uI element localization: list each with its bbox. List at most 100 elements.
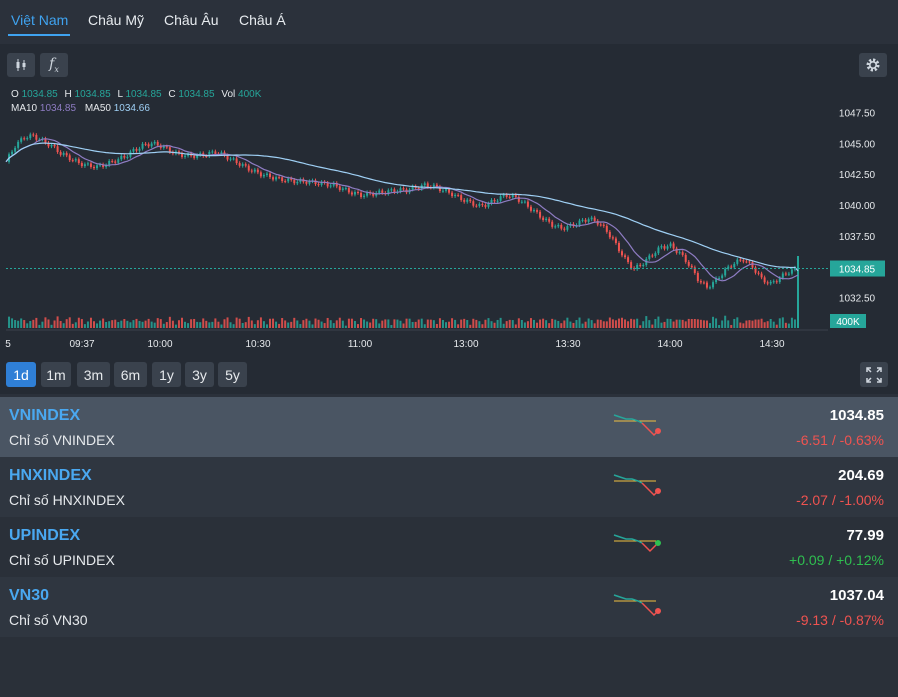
- volume-bar: [372, 318, 375, 328]
- candle-body: [712, 282, 715, 288]
- range-1y[interactable]: 1y: [152, 362, 181, 387]
- volume-bar: [578, 317, 581, 328]
- expand-button[interactable]: [860, 362, 888, 387]
- range-6m[interactable]: 6m: [114, 362, 147, 387]
- volume-bar: [517, 318, 520, 328]
- tab-chau-au[interactable]: Châu Âu: [164, 12, 218, 28]
- sparkline-end-dot: [655, 540, 661, 546]
- candle-body: [448, 189, 451, 193]
- index-row-hnxindex[interactable]: HNXINDEX Chỉ số HNXINDEX 204.69 -2.07 / …: [0, 457, 898, 517]
- volume-bar: [111, 320, 114, 328]
- candle-body: [59, 152, 62, 155]
- chart-panel: fx O 1034.85 H 1034.85 L 1034.85 C 1034.…: [0, 44, 898, 394]
- price-chart[interactable]: 1047.50 1045.00 1042.50 1040.00 1037.50 1032.…: [0, 88, 898, 393]
- index-row-partial[interactable]: [0, 637, 898, 697]
- volume-bar: [417, 319, 420, 328]
- volume-bar: [17, 320, 20, 328]
- volume-bar: [235, 317, 238, 328]
- sparkline-down-segment: [641, 602, 659, 617]
- index-row-vnindex[interactable]: VNINDEX Chỉ số VNINDEX 1034.85 -6.51 / -…: [0, 397, 898, 457]
- candle-body: [660, 246, 663, 248]
- sparkline: [613, 534, 661, 553]
- candle-body: [617, 242, 620, 252]
- candle-body: [599, 224, 602, 226]
- candle-body: [790, 269, 793, 274]
- candle-body: [162, 146, 165, 148]
- tab-chau-a[interactable]: Châu Á: [239, 12, 286, 28]
- candle-body: [284, 181, 287, 183]
- candle-body: [23, 138, 26, 140]
- index-row-upindex[interactable]: UPINDEX Chỉ số UPINDEX 77.99 +0.09 / +0.…: [0, 517, 898, 577]
- range-5y[interactable]: 5y: [218, 362, 247, 387]
- candle-body: [20, 138, 23, 142]
- candle-body: [478, 204, 481, 206]
- volume-bar: [793, 319, 796, 328]
- volume-bar: [20, 318, 23, 328]
- candle-body: [757, 272, 760, 274]
- volume-bar: [214, 318, 217, 328]
- index-row-vn30[interactable]: VN30 Chỉ số VN30 1037.04 -9.13 / -0.87%: [0, 577, 898, 637]
- tab-chau-my[interactable]: Châu Mỹ: [88, 12, 144, 28]
- volume-bar: [445, 322, 447, 328]
- volume-bar: [269, 318, 271, 328]
- volume-bar: [654, 319, 657, 328]
- index-price: 204.69: [838, 467, 884, 484]
- volume-bar: [627, 321, 630, 328]
- volume-bar: [232, 324, 235, 328]
- tab-vietnam[interactable]: Việt Nam: [11, 12, 68, 28]
- market-tabs: Việt Nam Châu Mỹ Châu Âu Châu Á: [0, 0, 898, 44]
- volume-bar: [569, 321, 572, 328]
- volume-bar: [484, 319, 487, 328]
- volume-bar: [505, 321, 508, 328]
- volume-bar: [105, 321, 108, 328]
- y-tick-label: 1042.50: [839, 170, 876, 181]
- candle-body: [89, 163, 92, 167]
- volume-bar: [451, 318, 454, 328]
- volume-bar: [369, 322, 372, 328]
- candle-body: [123, 155, 126, 158]
- index-price: 77.99: [846, 527, 884, 544]
- volume-bar: [323, 323, 326, 328]
- volume-bar: [259, 317, 262, 328]
- volume-bar: [357, 324, 359, 328]
- volume-bar: [184, 321, 187, 328]
- volume-bar: [350, 318, 353, 328]
- candle-body: [733, 263, 736, 268]
- candle-body: [241, 164, 244, 166]
- candle-body: [193, 155, 196, 158]
- range-3m[interactable]: 3m: [77, 362, 110, 387]
- function-button[interactable]: fx: [40, 53, 68, 77]
- volume-bar: [514, 324, 517, 328]
- volume-bar: [608, 317, 611, 328]
- volume-bar: [190, 319, 193, 328]
- sparkline-up-segment: [613, 594, 643, 604]
- x-tick-label: 09:37: [69, 339, 94, 350]
- chart-settings-button[interactable]: [859, 53, 887, 77]
- candle-body: [702, 282, 705, 284]
- range-1d[interactable]: 1d: [6, 362, 36, 387]
- candle-body: [35, 135, 38, 140]
- candle-body: [68, 155, 71, 161]
- volume-bar: [542, 318, 545, 328]
- candle-body: [578, 220, 581, 226]
- volume-bar: [684, 321, 687, 328]
- indicator-button[interactable]: [7, 53, 35, 77]
- candle-body: [602, 224, 605, 226]
- range-1m[interactable]: 1m: [41, 362, 71, 387]
- candle-body: [678, 252, 681, 254]
- volume-bar: [405, 318, 408, 328]
- volume-bar: [702, 320, 705, 328]
- volume-bar: [718, 325, 721, 328]
- range-3y[interactable]: 3y: [185, 362, 214, 387]
- active-tab-indicator: [8, 34, 70, 36]
- volume-bar: [754, 319, 757, 328]
- volume-bar: [399, 320, 402, 328]
- volume-bar: [429, 319, 432, 328]
- volume-bar: [74, 322, 77, 328]
- volume-bar: [487, 318, 490, 328]
- volume-bar: [642, 321, 645, 328]
- candle-body: [250, 170, 253, 172]
- candle-body: [663, 246, 666, 249]
- volume-bar: [329, 320, 332, 328]
- candle-body: [150, 143, 153, 147]
